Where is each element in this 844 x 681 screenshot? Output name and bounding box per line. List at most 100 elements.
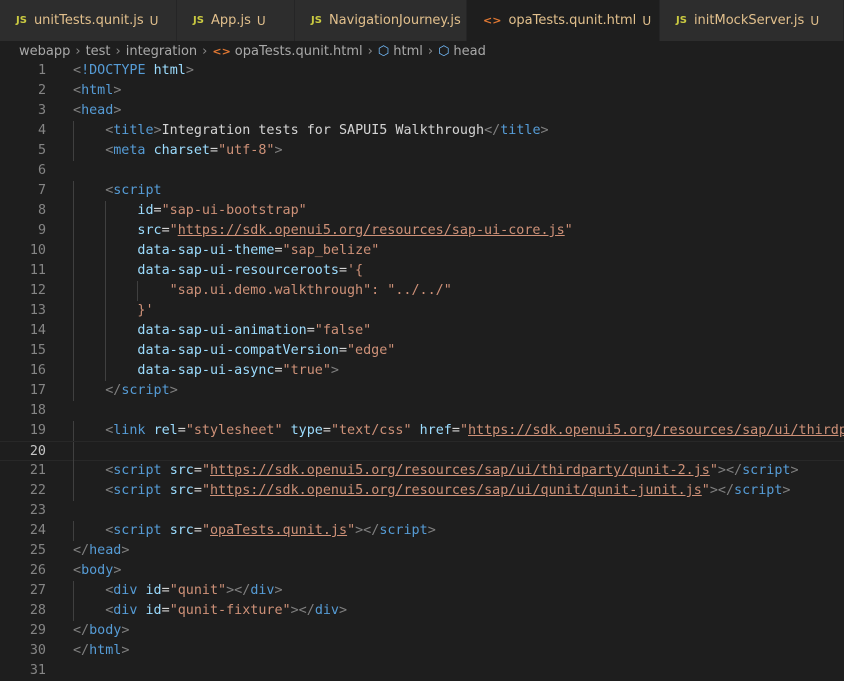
line-number: 31 bbox=[0, 661, 46, 681]
tag-name: body bbox=[89, 623, 121, 638]
line-number: 14 bbox=[0, 321, 46, 341]
text bbox=[137, 583, 145, 598]
tag-name: div bbox=[250, 583, 274, 598]
tag-name: script bbox=[742, 463, 790, 478]
code-text: </script> bbox=[105, 381, 178, 401]
tab-unittests-qunit-js[interactable]: JS unitTests.qunit.js U bbox=[0, 0, 177, 41]
line-number: 5 bbox=[0, 141, 46, 161]
breadcrumb-item-integration[interactable]: integration bbox=[126, 44, 197, 59]
tab-initmockserver-js[interactable]: JSinitMockServer.jsU bbox=[660, 0, 844, 41]
string-value: " bbox=[202, 483, 210, 498]
code-text: <script src="https://sdk.openui5.org/res… bbox=[105, 461, 798, 481]
string-value: "true" bbox=[283, 363, 331, 378]
breadcrumb-item-html[interactable]: ⬡html bbox=[378, 44, 423, 59]
breadcrumb-label: integration bbox=[126, 44, 197, 59]
code-line: 11data-sap-ui-resourceroots='{ bbox=[0, 261, 844, 281]
line-number: 1 bbox=[0, 61, 46, 81]
code-text: <body> bbox=[73, 561, 121, 581]
untracked-badge: U bbox=[257, 14, 266, 28]
url-link[interactable]: https://sdk.openui5.org/resources/sap/ui… bbox=[210, 463, 710, 478]
indent-guide bbox=[105, 201, 106, 221]
url-link[interactable]: https://sdk.openui5.org/resources/sap/ui… bbox=[210, 483, 702, 498]
breadcrumb-label: head bbox=[453, 44, 485, 59]
line-number: 22 bbox=[0, 481, 46, 501]
tag-name: body bbox=[81, 563, 113, 578]
javascript-file-icon: JS bbox=[16, 15, 27, 26]
indent-guide bbox=[137, 281, 138, 301]
string-value: "stylesheet" bbox=[186, 423, 283, 438]
code-text: </html> bbox=[73, 641, 129, 661]
string-value: " bbox=[347, 523, 355, 538]
text bbox=[137, 603, 145, 618]
javascript-file-icon: JS bbox=[311, 15, 322, 26]
bracket: > bbox=[121, 543, 129, 558]
tab-app-js[interactable]: JSApp.jsU bbox=[177, 0, 295, 41]
bracket: ></ bbox=[291, 603, 315, 618]
breadcrumb-item-head[interactable]: ⬡head bbox=[438, 44, 486, 59]
code-line: 1<!DOCTYPE html> bbox=[0, 61, 844, 81]
untracked-badge: U bbox=[810, 14, 819, 28]
line-number: 2 bbox=[0, 81, 46, 101]
bracket: > bbox=[339, 603, 347, 618]
string-value: "text/css" bbox=[331, 423, 412, 438]
bracket: > bbox=[541, 123, 549, 138]
tag-name: script bbox=[113, 523, 161, 538]
code-line: 16data-sap-ui-async="true"> bbox=[0, 361, 844, 381]
code-text: <html> bbox=[73, 81, 121, 101]
code-text: </body> bbox=[73, 621, 129, 641]
code-line: 7<script bbox=[0, 181, 844, 201]
tag-name: script bbox=[379, 523, 427, 538]
code-text: data-sap-ui-compatVersion="edge" bbox=[137, 341, 395, 361]
chevron-right-icon: › bbox=[116, 44, 121, 59]
tab-navigationjourney-js[interactable]: JSNavigationJourney.jsU bbox=[295, 0, 467, 41]
bracket: < bbox=[73, 63, 81, 78]
bracket: > bbox=[275, 143, 283, 158]
indent-guide bbox=[105, 341, 106, 361]
line-number: 26 bbox=[0, 561, 46, 581]
code-text: <div id="qunit"></div> bbox=[105, 581, 282, 601]
tag-name: script bbox=[113, 463, 161, 478]
line-number: 23 bbox=[0, 501, 46, 521]
url-link[interactable]: https://sdk.openui5.org/resources/sap/ui… bbox=[468, 423, 844, 438]
text: = bbox=[178, 423, 186, 438]
text: = bbox=[339, 263, 347, 278]
code-text: <link rel="stylesheet" type="text/css" h… bbox=[105, 421, 844, 441]
tag-name: html bbox=[89, 643, 121, 658]
code-text: data-sap-ui-theme="sap_belize" bbox=[137, 241, 379, 261]
breadcrumb-item-opatests-qunit-html[interactable]: <>opaTests.qunit.html bbox=[212, 44, 362, 59]
code-line: 14 data-sap-ui-animation="false" bbox=[0, 321, 844, 341]
text bbox=[146, 143, 154, 158]
code-text: "sap.ui.demo.walkthrough": "../../" bbox=[170, 281, 452, 301]
breadcrumb-item-webapp[interactable]: webapp bbox=[19, 44, 70, 59]
line-number: 19 bbox=[0, 421, 46, 441]
indent-guide bbox=[73, 121, 74, 141]
indent-guide bbox=[73, 261, 74, 281]
bracket: > bbox=[113, 83, 121, 98]
code-text: <div id="qunit-fixture"></div> bbox=[105, 601, 347, 621]
tab-opatests-qunit-html[interactable]: <>opaTests.qunit.htmlU✕ bbox=[467, 0, 660, 41]
tab-label: unitTests.qunit.js bbox=[34, 13, 144, 28]
attribute-name: href bbox=[420, 423, 452, 438]
url-link[interactable]: https://sdk.openui5.org/resources/sap-ui… bbox=[178, 223, 565, 238]
tag-name: title bbox=[500, 123, 540, 138]
attribute-name: rel bbox=[154, 423, 178, 438]
indent-guide bbox=[105, 361, 106, 381]
code-text: data-sap-ui-animation="false" bbox=[137, 321, 371, 341]
code-line: 29</body> bbox=[0, 621, 844, 641]
indent-guide bbox=[73, 521, 74, 541]
code-text: src="https://sdk.openui5.org/resources/s… bbox=[137, 221, 572, 241]
code-editor[interactable]: 1<!DOCTYPE html>2<html>3<head>4<title>In… bbox=[0, 61, 844, 680]
text: = bbox=[274, 243, 282, 258]
string-value: '{ bbox=[347, 263, 363, 278]
untracked-badge: U bbox=[150, 14, 159, 28]
bracket: > bbox=[113, 103, 121, 118]
bracket: < bbox=[73, 103, 81, 118]
breadcrumb-item-test[interactable]: test bbox=[86, 44, 111, 59]
indent-guide bbox=[73, 281, 74, 301]
attribute-name: id bbox=[146, 583, 162, 598]
text: = bbox=[162, 223, 170, 238]
url-link[interactable]: opaTests.qunit.js bbox=[210, 523, 347, 538]
chevron-right-icon: › bbox=[368, 44, 373, 59]
attribute-name: data-sap-ui-theme bbox=[137, 243, 274, 258]
line-number: 16 bbox=[0, 361, 46, 381]
